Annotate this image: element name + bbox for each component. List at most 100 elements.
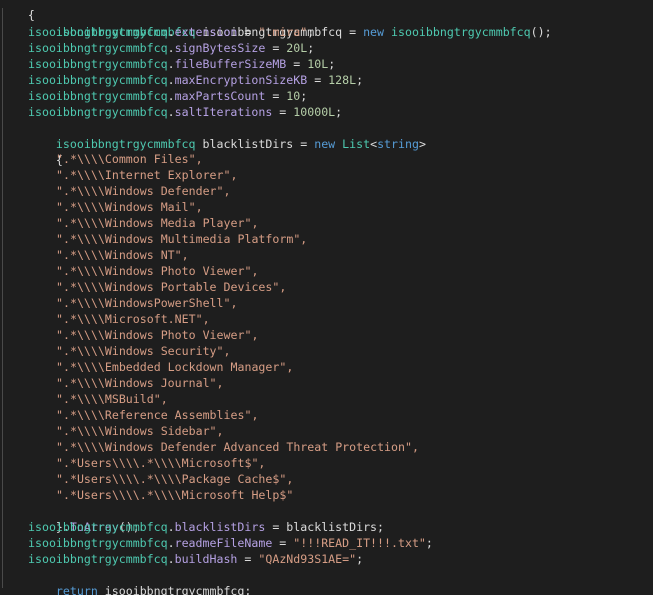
return-keyword: return: [55, 584, 98, 595]
assignment-property: blacklistDirs: [174, 520, 266, 534]
code-line-declaration: isooibbngtrgycmmbfcq isooibbngtrgycmmbfc…: [28, 8, 552, 39]
assignment-end: ;: [307, 25, 315, 39]
assignment-value: ".mira": [258, 25, 308, 39]
assignment-end: ;: [356, 552, 364, 566]
list-item: ".*\\\\Windows Defender Advanced Threat …: [56, 439, 419, 455]
code-line-assignment: isooibbngtrgycmmbfcq.maxEncryptionSizeKB…: [28, 73, 364, 87]
list-item-string: ".*\\\\Windows Sidebar",: [56, 424, 224, 438]
assignment-operator: =: [272, 536, 294, 550]
list-decl-var: blacklistDirs: [202, 137, 294, 151]
assignment-value: "QAzNd93S1AE=": [258, 552, 357, 566]
generic-type: string: [377, 137, 419, 151]
assignment-object: isooibbngtrgycmmbfcq: [28, 552, 168, 566]
assignment-value: "!!!READ_IT!!!.txt": [293, 536, 426, 550]
assignment-end: ;: [328, 57, 336, 71]
list-decl-op: =: [293, 137, 315, 151]
generic-open: <: [370, 137, 378, 151]
list-item-string: ".*\\\\Windows Photo Viewer",: [56, 328, 259, 342]
return-value: isooibbngtrgycmmbfcq;: [97, 584, 252, 595]
assignment-value: 10000L: [293, 105, 336, 119]
list-item: ".*\\\\Windows Media Player",: [56, 215, 258, 231]
assignment-end: ;: [335, 105, 343, 119]
assignment-property: readmeFileName: [174, 536, 273, 550]
list-item: ".*Users\\\\.*\\\\Microsoft Help$": [56, 487, 293, 503]
list-item-string: ".*\\\\Reference Assemblies",: [56, 408, 259, 422]
list-item: ".*\\\\MSBuild",: [56, 391, 168, 407]
assignment-operator: =: [265, 520, 287, 534]
list-item: ".*\\\\Reference Assemblies",: [56, 407, 258, 423]
assignment-object: isooibbngtrgycmmbfcq: [28, 89, 168, 103]
assignment-property: fileBufferSizeMB: [174, 57, 287, 71]
list-decl-new-keyword: new: [314, 137, 336, 151]
code-line-list-close: }.ToArray();: [28, 503, 140, 534]
list-item-string: ".*\\\\Microsoft.NET",: [56, 312, 210, 326]
assignment-object: isooibbngtrgycmmbfcq: [28, 73, 168, 87]
code-line-close-brace: }: [0, 580, 35, 595]
list-item-string: ".*Users\\\\.*\\\\Microsoft$",: [56, 456, 266, 470]
list-item: ".*\\\\Windows Sidebar",: [56, 423, 224, 439]
assignment-operator: =: [237, 552, 259, 566]
assignment-property: extension: [174, 25, 238, 39]
list-item: ".*\\\\Internet Explorer",: [56, 167, 237, 183]
list-item-string: ".*\\\\Windows Defender",: [56, 184, 231, 198]
code-line-return: return isooibbngtrgycmmbfcq;: [28, 567, 251, 595]
list-item-string: ".*\\\\Internet Explorer",: [56, 168, 238, 182]
list-item-string: ".*Users\\\\.*\\\\Microsoft Help$": [56, 488, 294, 502]
code-line-assignment: isooibbngtrgycmmbfcq.fileBufferSizeMB = …: [28, 57, 336, 71]
list-item-string: ".*Users\\\\.*\\\\Package Cache$",: [56, 472, 294, 486]
code-editor[interactable]: { isooibbngtrgycmmbfcq isooibbngtrgycmmb…: [0, 0, 653, 595]
indent-guide: [2, 8, 3, 588]
assignment-value: 128L: [328, 73, 357, 87]
assignment-operator: =: [265, 41, 287, 55]
list-item: ".*\\\\Windows Photo Viewer",: [56, 327, 258, 343]
assignment-end: ;: [425, 536, 433, 550]
assignment-operator: =: [265, 89, 287, 103]
list-item: ".*Users\\\\.*\\\\Microsoft$",: [56, 455, 265, 471]
code-line-assignment: isooibbngtrgycmmbfcq.signBytesSize = 20L…: [28, 41, 315, 55]
list-item: ".*\\\\Windows Multimedia Platform",: [56, 231, 307, 247]
assignment-value: 10: [286, 89, 301, 103]
list-item-string: ".*\\\\Embedded Lockdown Manager",: [56, 360, 294, 374]
list-item: ".*\\\\Windows Security",: [56, 343, 231, 359]
assignment-operator: =: [286, 57, 308, 71]
assignment-object: isooibbngtrgycmmbfcq: [28, 41, 168, 55]
decl-new-keyword: new: [363, 25, 385, 39]
list-decl-type: isooibbngtrgycmmbfcq: [55, 137, 196, 151]
assignment-end: ;: [307, 41, 315, 55]
list-item-string: ".*\\\\Windows Defender Advanced Threat …: [56, 440, 419, 454]
assignment-operator: =: [272, 105, 294, 119]
list-item-string: ".*\\\\Windows Photo Viewer",: [56, 264, 259, 278]
decl-ctor: isooibbngtrgycmmbfcq: [391, 25, 531, 39]
assignment-object: isooibbngtrgycmmbfcq: [28, 536, 168, 550]
code-line-assignment: isooibbngtrgycmmbfcq.maxPartsCount = 10;: [28, 89, 308, 103]
assignment-property: saltIterations: [174, 105, 273, 119]
assignment-object: isooibbngtrgycmmbfcq: [28, 520, 168, 534]
code-line-open-brace: {: [0, 0, 35, 22]
assignment-property: maxPartsCount: [174, 89, 266, 103]
list-item: ".*\\\\Microsoft.NET",: [56, 311, 210, 327]
list-item-string: ".*\\\\Windows Portable Devices",: [56, 280, 287, 294]
list-item: ".*\\\\Windows Photo Viewer",: [56, 263, 258, 279]
list-item: ".*\\\\Embedded Lockdown Manager",: [56, 359, 293, 375]
list-item-string: ".*\\\\WindowsPowerShell",: [56, 296, 238, 310]
list-item-string: ".*\\\\Common Files",: [56, 152, 203, 166]
code-line-list-decl: isooibbngtrgycmmbfcq blacklistDirs = new…: [28, 120, 426, 151]
list-item-string: ".*\\\\Windows Journal",: [56, 376, 224, 390]
list-item: ".*\\\\WindowsPowerShell",: [56, 295, 237, 311]
list-item: ".*\\\\Windows Defender",: [56, 183, 231, 199]
assignment-property: signBytesSize: [174, 41, 266, 55]
assignment-object: isooibbngtrgycmmbfcq: [28, 57, 168, 71]
list-item-string: ".*\\\\Windows NT",: [56, 248, 189, 262]
assignment-end: ;: [300, 89, 308, 103]
decl-tail: ();: [530, 25, 552, 39]
code-line-final-assignment: isooibbngtrgycmmbfcq.readmeFileName = "!…: [28, 536, 433, 550]
code-line-assignment: isooibbngtrgycmmbfcq.saltIterations = 10…: [28, 105, 343, 119]
code-line-list-open: {: [28, 136, 63, 167]
list-item-string: ".*\\\\Windows Media Player",: [56, 216, 259, 230]
list-item: ".*\\\\Common Files",: [56, 151, 203, 167]
list-item-string: ".*\\\\MSBuild",: [56, 392, 168, 406]
assignment-value: blacklistDirs: [286, 520, 378, 534]
assignment-operator: =: [307, 73, 329, 87]
assignment-property: maxEncryptionSizeKB: [174, 73, 308, 87]
code-line-assignment: isooibbngtrgycmmbfcq.extension = ".mira"…: [28, 25, 315, 39]
